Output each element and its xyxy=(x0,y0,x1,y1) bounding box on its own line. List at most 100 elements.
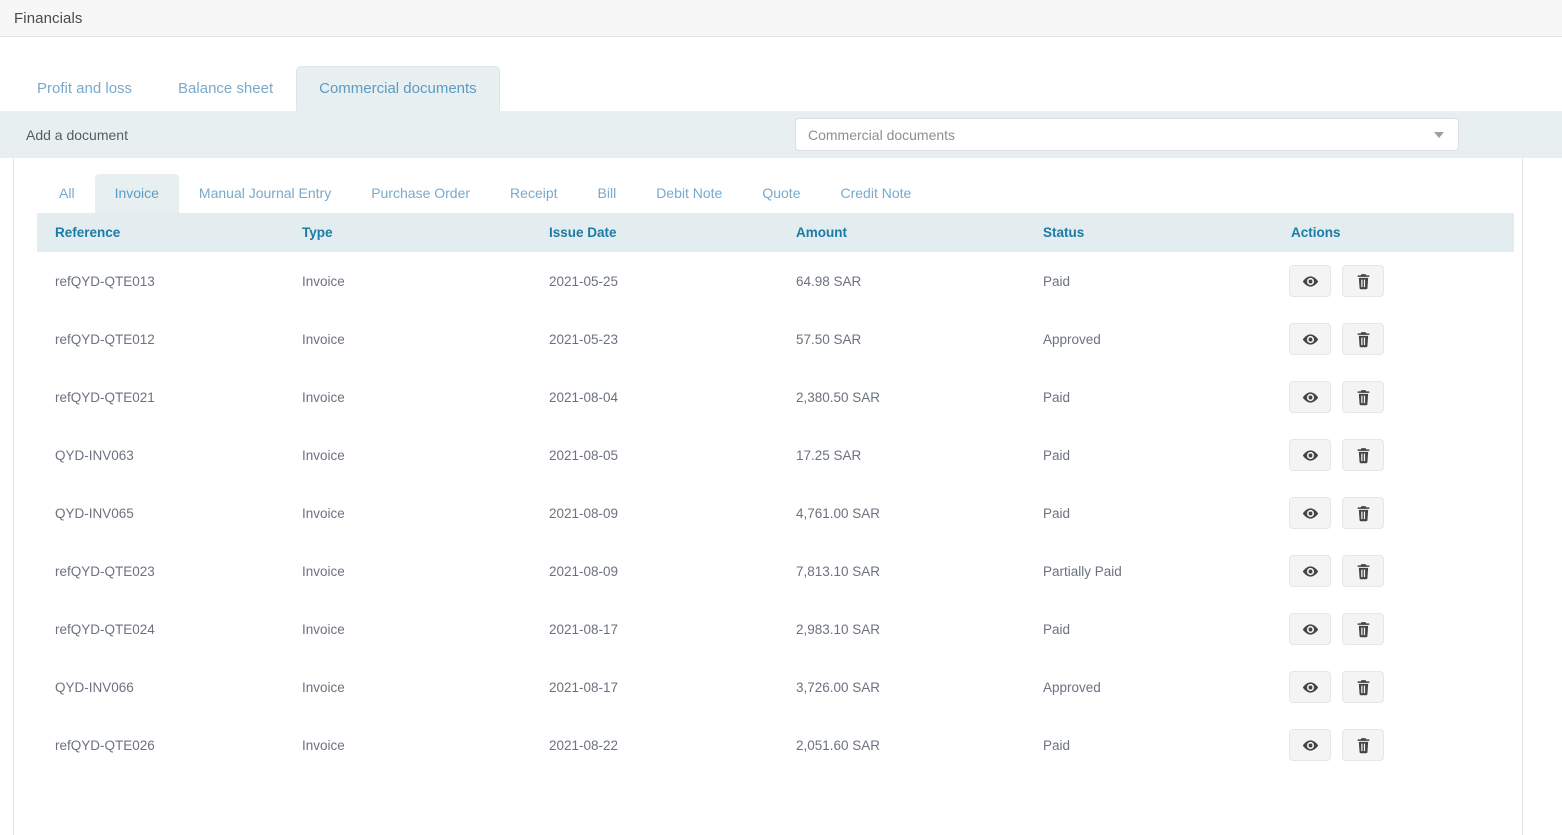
doctype-tab-debit-note[interactable]: Debit Note xyxy=(636,174,742,213)
delete-button[interactable] xyxy=(1342,671,1384,703)
primary-tab-balance-sheet[interactable]: Balance sheet xyxy=(155,66,296,111)
delete-button[interactable] xyxy=(1342,613,1384,645)
table-header-row: Reference Type Issue Date Amount Status Actio… xyxy=(37,213,1514,252)
cell-issue-date: 2021-08-04 xyxy=(531,368,778,426)
cell-issue-date: 2021-05-23 xyxy=(531,310,778,368)
column-header-amount: Amount xyxy=(778,213,1025,252)
cell-reference: refQYD-QTE013 xyxy=(37,252,284,310)
delete-button[interactable] xyxy=(1342,555,1384,587)
cell-reference: refQYD-QTE024 xyxy=(37,600,284,658)
eye-icon xyxy=(1302,679,1319,696)
view-button[interactable] xyxy=(1289,671,1331,703)
doctype-tab-invoice[interactable]: Invoice xyxy=(94,174,179,213)
cell-reference: QYD-INV063 xyxy=(37,426,284,484)
cell-type: Invoice xyxy=(284,658,531,716)
doctype-tab-quote[interactable]: Quote xyxy=(742,174,820,213)
view-button[interactable] xyxy=(1289,265,1331,297)
delete-button[interactable] xyxy=(1342,323,1384,355)
document-type-select-value: Commercial documents xyxy=(808,126,956,143)
view-button[interactable] xyxy=(1289,439,1331,471)
cell-type: Invoice xyxy=(284,716,531,774)
primary-tab-commercial-documents[interactable]: Commercial documents xyxy=(296,66,500,111)
cell-status: Paid xyxy=(1025,368,1273,426)
row-action-group xyxy=(1289,555,1514,587)
trash-icon xyxy=(1356,389,1371,406)
cell-actions xyxy=(1273,716,1514,774)
table-row: refQYD-QTE012 Invoice 2021-05-23 57.50 SAR A… xyxy=(37,310,1514,368)
trash-icon xyxy=(1356,563,1371,580)
table-row: QYD-INV065 Invoice 2021-08-09 4,761.00 SAR P… xyxy=(37,484,1514,542)
cell-status: Paid xyxy=(1025,426,1273,484)
doctype-tab-receipt[interactable]: Receipt xyxy=(490,174,577,213)
view-button[interactable] xyxy=(1289,613,1331,645)
view-button[interactable] xyxy=(1289,323,1331,355)
view-button[interactable] xyxy=(1289,381,1331,413)
primary-tab-profit-and-loss[interactable]: Profit and loss xyxy=(14,66,155,111)
cell-actions xyxy=(1273,368,1514,426)
view-button[interactable] xyxy=(1289,555,1331,587)
cell-type: Invoice xyxy=(284,542,531,600)
eye-icon xyxy=(1302,331,1319,348)
doctype-tab-purchase-order[interactable]: Purchase Order xyxy=(351,174,490,213)
cell-type: Invoice xyxy=(284,484,531,542)
view-button[interactable] xyxy=(1289,729,1331,761)
eye-icon xyxy=(1302,505,1319,522)
eye-icon xyxy=(1302,621,1319,638)
row-action-group xyxy=(1289,729,1514,761)
trash-icon xyxy=(1356,447,1371,464)
cell-issue-date: 2021-08-09 xyxy=(531,484,778,542)
cell-status: Paid xyxy=(1025,252,1273,310)
eye-icon xyxy=(1302,563,1319,580)
delete-button[interactable] xyxy=(1342,729,1384,761)
eye-icon xyxy=(1302,273,1319,290)
cell-amount: 17.25 SAR xyxy=(778,426,1025,484)
cell-actions xyxy=(1273,310,1514,368)
doctype-tab-credit-note[interactable]: Credit Note xyxy=(820,174,931,213)
cell-amount: 2,983.10 SAR xyxy=(778,600,1025,658)
documents-card: All Invoice Manual Journal Entry Purchase O… xyxy=(13,158,1523,835)
cell-actions xyxy=(1273,426,1514,484)
cell-type: Invoice xyxy=(284,252,531,310)
doctype-tab-bill[interactable]: Bill xyxy=(578,174,637,213)
cell-reference: refQYD-QTE012 xyxy=(37,310,284,368)
document-type-select[interactable]: Commercial documents xyxy=(795,118,1459,151)
cell-status: Approved xyxy=(1025,310,1273,368)
trash-icon xyxy=(1356,331,1371,348)
cell-type: Invoice xyxy=(284,600,531,658)
document-type-tab-bar: All Invoice Manual Journal Entry Purchase O… xyxy=(14,158,1522,213)
cell-actions xyxy=(1273,542,1514,600)
row-action-group xyxy=(1289,439,1514,471)
cell-status: Approved xyxy=(1025,658,1273,716)
delete-button[interactable] xyxy=(1342,439,1384,471)
add-document-bar: Add a document Commercial documents xyxy=(0,111,1562,158)
cell-status: Partially Paid xyxy=(1025,542,1273,600)
cell-reference: QYD-INV065 xyxy=(37,484,284,542)
cell-type: Invoice xyxy=(284,368,531,426)
row-action-group xyxy=(1289,613,1514,645)
cell-status: Paid xyxy=(1025,716,1273,774)
cell-amount: 4,761.00 SAR xyxy=(778,484,1025,542)
cell-status: Paid xyxy=(1025,484,1273,542)
cell-issue-date: 2021-05-25 xyxy=(531,252,778,310)
cell-type: Invoice xyxy=(284,310,531,368)
cell-issue-date: 2021-08-09 xyxy=(531,542,778,600)
documents-table: Reference Type Issue Date Amount Status Actio… xyxy=(37,213,1514,774)
cell-amount: 2,380.50 SAR xyxy=(778,368,1025,426)
cell-reference: refQYD-QTE021 xyxy=(37,368,284,426)
table-row: refQYD-QTE023 Invoice 2021-08-09 7,813.10 S… xyxy=(37,542,1514,600)
delete-button[interactable] xyxy=(1342,497,1384,529)
row-action-group xyxy=(1289,381,1514,413)
delete-button[interactable] xyxy=(1342,265,1384,297)
cell-amount: 7,813.10 SAR xyxy=(778,542,1025,600)
delete-button[interactable] xyxy=(1342,381,1384,413)
cell-issue-date: 2021-08-17 xyxy=(531,600,778,658)
table-row: QYD-INV063 Invoice 2021-08-05 17.25 SAR Paid xyxy=(37,426,1514,484)
doctype-tab-all[interactable]: All xyxy=(39,174,95,213)
row-action-group xyxy=(1289,497,1514,529)
column-header-actions: Actions xyxy=(1273,213,1514,252)
table-header: Reference Type Issue Date Amount Status Actio… xyxy=(37,213,1514,252)
view-button[interactable] xyxy=(1289,497,1331,529)
doctype-tab-manual-journal-entry[interactable]: Manual Journal Entry xyxy=(179,174,351,213)
cell-actions xyxy=(1273,600,1514,658)
primary-tab-bar: Profit and loss Balance sheet Commercial d… xyxy=(0,37,1562,111)
